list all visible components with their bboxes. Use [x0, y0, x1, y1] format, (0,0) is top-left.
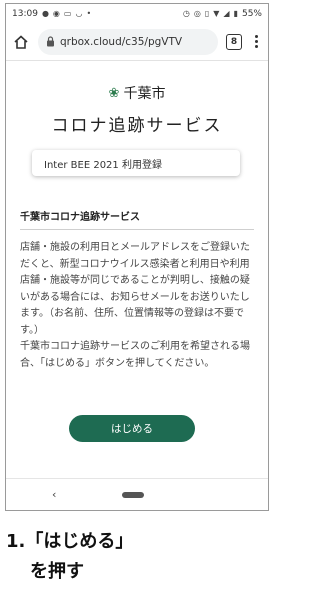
status-bar: 13:09 ● ◉ ▭ ◡ • ◷ ◎ ▯ ▼ ◢ ▮ 55% — [6, 4, 268, 23]
notification-icon: ◉ — [52, 8, 60, 18]
page-title: コロナ追跡サービス — [51, 116, 223, 136]
battery-icon: ▮ — [233, 8, 238, 18]
address-bar[interactable]: qrbox.cloud/c35/pgVTV — [38, 28, 218, 55]
browser-toolbar: qrbox.cloud/c35/pgVTV 8 — [6, 23, 268, 61]
location-icon: ◎ — [193, 8, 201, 18]
start-button[interactable]: はじめる — [69, 415, 195, 442]
system-nav-bar: ‹ — [6, 478, 268, 510]
status-time: 13:09 — [12, 8, 38, 19]
caption-line-1: 1.「はじめる」 — [6, 531, 134, 552]
status-left: 13:09 ● ◉ ▭ ◡ • — [12, 9, 91, 19]
status-right: ◷ ◎ ▯ ▼ ◢ ▮ 55% — [183, 9, 262, 19]
instruction-caption: 1.「はじめる」 を押す — [6, 527, 133, 587]
url-text: qrbox.cloud/c35/pgVTV — [60, 35, 183, 48]
tab-switcher-button[interactable]: 8 — [226, 33, 242, 50]
battery-level: 55% — [241, 8, 262, 19]
divider — [20, 229, 254, 230]
alarm-icon: ◷ — [182, 8, 190, 18]
more-menu-icon[interactable] — [250, 35, 262, 48]
cast-icon: ▭ — [63, 8, 72, 18]
lock-icon — [47, 36, 54, 47]
phone-screen: 13:09 ● ◉ ▭ ◡ • ◷ ◎ ▯ ▼ ◢ ▮ 55% qrbox.cl… — [5, 3, 269, 511]
description-text: 店舗・施設の利用日とメールアドレスをご登録いただくと、新型コロナウイルス感染者と… — [20, 242, 250, 369]
section-title: 千葉市コロナ追跡サービス — [20, 212, 140, 223]
wifi-signal-icon: ▼ — [213, 8, 220, 18]
home-gesture-pill[interactable] — [122, 491, 144, 498]
back-icon[interactable]: ‹ — [52, 488, 56, 501]
page-content: ❀ 千葉市 コロナ追跡サービス Inter BEE 2021 利用登録 千葉市コ… — [6, 83, 268, 372]
city-emblem-icon: ❀ — [108, 85, 120, 101]
wifi-icon: ◡ — [75, 8, 83, 18]
dot-icon: • — [86, 8, 92, 18]
vibrate-icon: ▯ — [204, 8, 210, 18]
city-logo: ❀ 千葉市 — [20, 83, 254, 103]
event-label-card: Inter BEE 2021 利用登録 — [32, 150, 240, 176]
chat-icon: ● — [41, 8, 49, 18]
caption-line-2: を押す — [30, 561, 84, 582]
cell-signal-icon: ◢ — [223, 8, 230, 18]
city-name: 千葉市 — [123, 86, 166, 102]
home-icon[interactable] — [12, 33, 30, 51]
